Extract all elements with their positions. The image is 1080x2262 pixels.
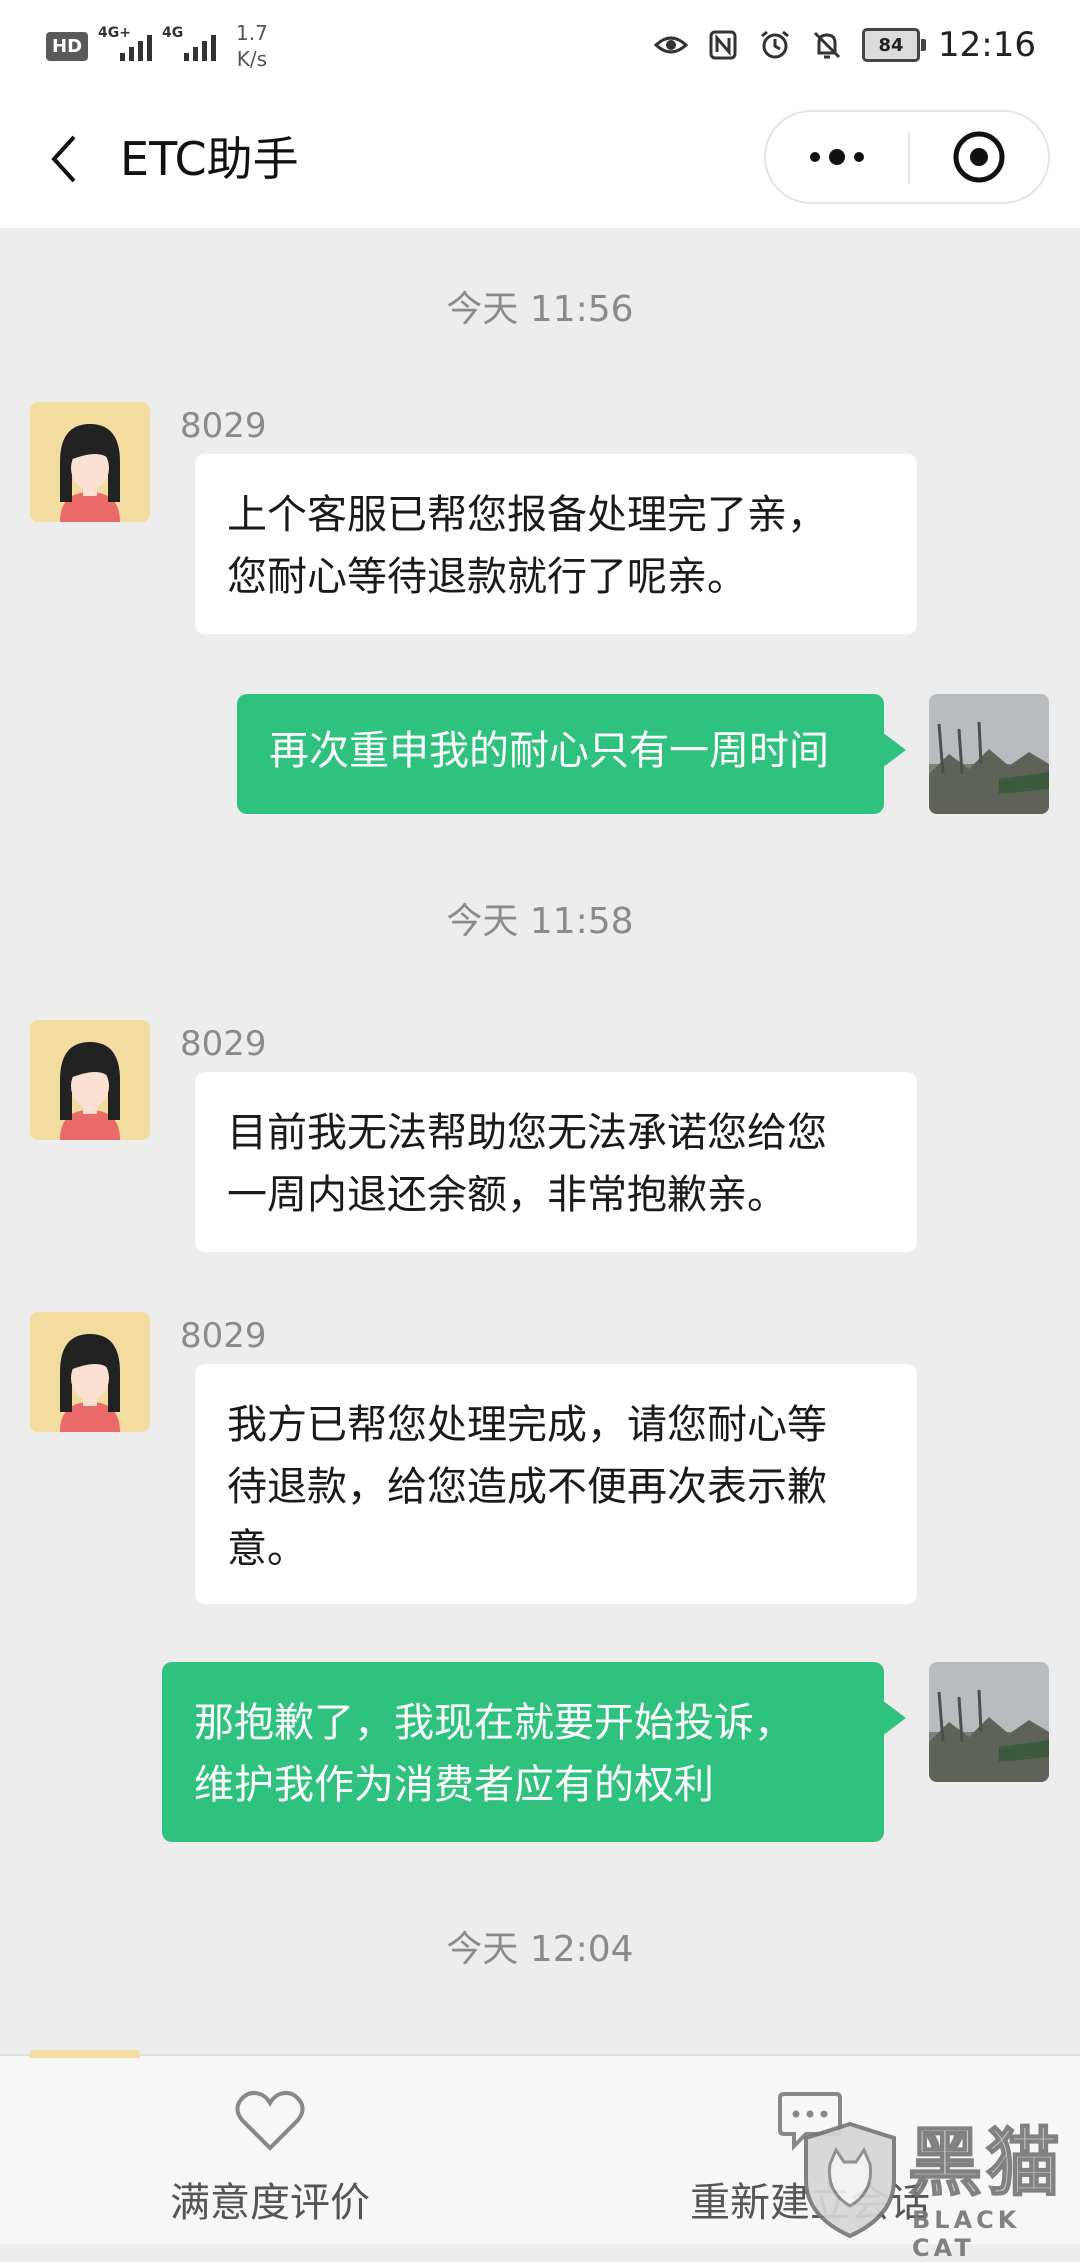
alarm-icon (758, 28, 792, 62)
message-bubble-outgoing[interactable]: 那抱歉了，我现在就要开始投诉， 维护我作为消费者应有的权利 (162, 1662, 906, 1842)
back-arrow-icon (51, 135, 76, 183)
timestamp: 今天 11:56 (446, 289, 634, 330)
signal-4g-plus-icon: 4G+ (98, 25, 153, 61)
net-speed-value: 1.7 (236, 21, 268, 45)
user-avatar[interactable] (929, 694, 1049, 814)
mini-program-capsule (764, 110, 1050, 204)
message-bubble-incoming[interactable]: 目前我无法帮助您无法承诺您给您 一周内退还余额，非常抱歉亲。 (195, 1072, 917, 1252)
timestamp: 今天 11:58 (446, 901, 634, 942)
message-bubble-outgoing[interactable]: 再次重申我的耐心只有一周时间 (237, 694, 906, 814)
rate-label: 满意度评价 (170, 2180, 370, 2226)
message-bubble-incoming[interactable]: 我方已帮您处理完成，请您耐心等 待退款，给您造成不便再次表示歉 意。 (195, 1364, 917, 1604)
hd-badge: HD (46, 31, 89, 61)
eye-icon (654, 28, 689, 62)
message-text: 目前我无法帮助您无法承诺您给您 一周内退还余额，非常抱歉亲。 (227, 1110, 827, 1218)
shield-cat-logo-icon (804, 2121, 896, 2239)
message-text: 再次重申我的耐心只有一周时间 (269, 728, 829, 774)
message-text: 上个客服已帮您报备处理完了亲， 您耐心等待退款就行了呢亲。 (227, 492, 827, 600)
status-clock: 12:16 (938, 25, 1036, 65)
sender-name: 8029 (180, 406, 267, 446)
status-right: 84 12:16 (654, 20, 1036, 70)
watermark-cn: 黑猫 (907, 2119, 1064, 2207)
partial-avatar (30, 2050, 140, 2058)
rate-satisfaction-button[interactable]: 满意度评价 (70, 2086, 470, 2236)
page-title: ETC助手 (120, 132, 299, 186)
black-cat-watermark: 黑猫 BLACK CAT (800, 2119, 1080, 2262)
heart-icon (235, 2090, 305, 2151)
more-dots-icon (810, 149, 864, 165)
signal-label: 4G+ (98, 25, 131, 41)
sender-name: 8029 (180, 1316, 267, 1356)
close-button[interactable] (910, 112, 1048, 202)
more-button[interactable] (766, 112, 908, 202)
nfc-icon (706, 28, 740, 62)
signal-label: 4G (162, 25, 184, 41)
mute-bell-icon (810, 28, 844, 62)
net-speed-unit: K/s (236, 47, 268, 71)
battery-indicator: 84 (862, 28, 927, 62)
sender-name: 8029 (180, 1024, 267, 1064)
agent-avatar[interactable] (30, 402, 150, 522)
net-speed: 1.7 K/s (236, 20, 268, 72)
watermark-en: BLACK CAT (912, 2206, 1021, 2262)
chat-area[interactable]: 今天 11:56 8029 上个客服已帮您报备处理完了亲， 您耐心等待退款就行了… (0, 228, 1080, 2054)
back-button[interactable] (34, 126, 94, 192)
signal-4g-icon: 4G (162, 25, 217, 61)
agent-avatar[interactable] (30, 1312, 150, 1432)
agent-avatar[interactable] (30, 1020, 150, 1140)
status-bar: HD 4G+ 4G 1.7 K/s 84 12:16 (0, 0, 1080, 90)
status-left: HD 4G+ 4G 1.7 K/s (46, 18, 268, 74)
message-text: 那抱歉了，我现在就要开始投诉， 维护我作为消费者应有的权利 (194, 1700, 794, 1808)
user-avatar[interactable] (929, 1662, 1049, 1782)
timestamp: 今天 12:04 (446, 1929, 634, 1970)
message-bubble-incoming[interactable]: 上个客服已帮您报备处理完了亲， 您耐心等待退款就行了呢亲。 (195, 454, 917, 634)
message-text: 我方已帮您处理完成，请您耐心等 待退款，给您造成不便再次表示歉 意。 (227, 1402, 827, 1572)
close-target-icon (953, 131, 1005, 183)
title-bar: ETC助手 (0, 90, 1080, 228)
